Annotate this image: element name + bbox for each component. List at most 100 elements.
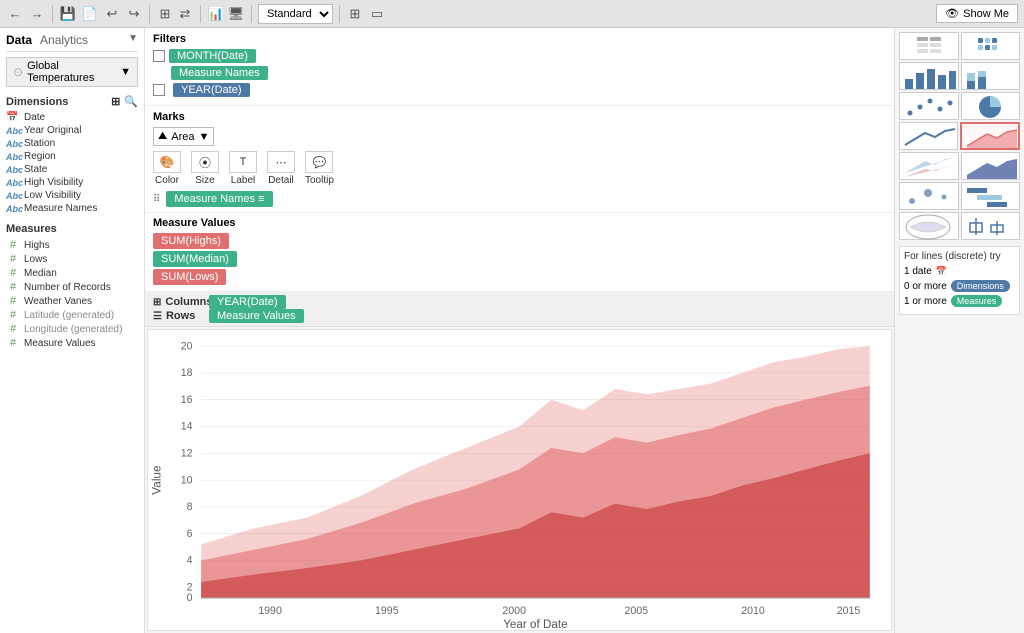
measure-names-filter-pill[interactable]: Measure Names: [171, 66, 268, 80]
filters-title: Filters: [153, 33, 886, 45]
abc-icon-region: Abc: [6, 152, 20, 162]
measure-values-row-pill[interactable]: Measure Values: [209, 309, 304, 323]
sum-median-pill[interactable]: SUM(Median): [153, 251, 237, 267]
svg-text:16: 16: [181, 394, 193, 406]
dim-high-visibility[interactable]: Abc High Visibility: [6, 176, 138, 189]
standard-select[interactable]: Standard: [258, 4, 333, 24]
grid-dim-icon[interactable]: ⊞: [111, 95, 120, 108]
thumb-scatter[interactable]: [899, 92, 959, 120]
svg-text:2000: 2000: [502, 605, 526, 617]
thumb-bar-chart[interactable]: [899, 62, 959, 90]
view-group: ⊞ ⇄: [156, 5, 194, 23]
screen-icon[interactable]: 🖥: [227, 5, 245, 23]
dim-low-visibility[interactable]: Abc Low Visibility: [6, 189, 138, 202]
abc-icon-state: Abc: [6, 165, 20, 175]
thumb-pie[interactable]: [961, 92, 1021, 120]
search-dim-icon[interactable]: 🔍: [124, 95, 138, 108]
undo-icon[interactable]: ↩: [103, 5, 121, 23]
tooltip-mark-btn[interactable]: 💬 Tooltip: [305, 151, 334, 186]
rows-label: Rows: [166, 310, 195, 322]
table-icon[interactable]: ⊞: [156, 5, 174, 23]
measure-values-panel: Measure Values SUM(Highs) SUM(Median) SU…: [145, 213, 894, 292]
filter-year-row: YEAR(Date): [153, 83, 886, 97]
chart-area: 20 18 16 14 12 10 8 6 4 2 0 Value: [147, 329, 892, 631]
thumb-text-table[interactable]: [899, 32, 959, 60]
save-icon[interactable]: 💾: [59, 5, 77, 23]
sum-lows-pill[interactable]: SUM(Lows): [153, 269, 226, 285]
measure-longitude[interactable]: # Longitude (generated): [6, 322, 138, 336]
hint-title: For lines (discrete) try: [904, 251, 1015, 262]
marks-title: Marks: [153, 111, 886, 123]
thumb-row-3: [899, 92, 1020, 120]
dim-date[interactable]: 📅 Date: [6, 111, 138, 124]
measure-weather-vanes[interactable]: # Weather Vanes: [6, 294, 138, 308]
redo-icon[interactable]: ↪: [125, 5, 143, 23]
chart-icon[interactable]: 📊: [207, 5, 225, 23]
thumb-stack-bar[interactable]: [961, 62, 1021, 90]
measure-median[interactable]: # Median: [6, 266, 138, 280]
detail-mark-btn[interactable]: ⋯ Detail: [267, 151, 295, 186]
show-me-button[interactable]: 👁 Show Me: [936, 4, 1018, 23]
thumb-area-dark[interactable]: [961, 152, 1021, 180]
grid-icon[interactable]: ⊞: [346, 5, 364, 23]
svg-text:2010: 2010: [741, 605, 765, 617]
thumb-gantt[interactable]: [961, 182, 1021, 210]
dim-state[interactable]: Abc State: [6, 163, 138, 176]
measure-values-dim[interactable]: # Measure Values: [6, 336, 138, 350]
thumb-heat-map[interactable]: [961, 32, 1021, 60]
thumb-row-1: [899, 32, 1020, 60]
forward-icon[interactable]: →: [28, 5, 46, 23]
dim-station[interactable]: Abc Station: [6, 137, 138, 150]
abc-icon-high-vis: Abc: [6, 178, 20, 188]
back-icon[interactable]: ←: [6, 5, 24, 23]
year-date-column-pill[interactable]: YEAR(Date): [209, 295, 286, 309]
sep3: [200, 5, 201, 23]
mark-type-select[interactable]: ⛰ Area ▼: [153, 127, 214, 146]
measure-latitude[interactable]: # Latitude (generated): [6, 308, 138, 322]
analytics-tab[interactable]: Analytics: [40, 33, 88, 47]
thumb-dual-line[interactable]: [899, 152, 959, 180]
marks-panel: Marks ⛰ Area ▼ 🎨 Color ⦿ Size T: [145, 106, 894, 213]
monitor-icon[interactable]: ▭: [368, 5, 386, 23]
month-filter-checkbox[interactable]: [153, 50, 165, 62]
data-tab[interactable]: Data: [6, 33, 32, 47]
dim-region[interactable]: Abc Region: [6, 150, 138, 163]
toolbar: ← → 💾 📄 ↩ ↪ ⊞ ⇄ 📊 🖥 Standard ⊞ ▭ 👁 Show …: [0, 0, 1024, 28]
year-filter-pill[interactable]: YEAR(Date): [173, 83, 250, 97]
cols-rows-panel: ⊞ Columns YEAR(Date) ☰ Rows Measure Valu…: [145, 292, 894, 327]
label-mark-btn[interactable]: T Label: [229, 151, 257, 186]
size-mark-btn[interactable]: ⦿ Size: [191, 151, 219, 186]
measure-num-records[interactable]: # Number of Records: [6, 280, 138, 294]
color-mark-btn[interactable]: 🎨 Color: [153, 151, 181, 186]
thumb-map[interactable]: [899, 212, 959, 240]
dim-measure-names[interactable]: Abc Measure Names: [6, 202, 138, 215]
thumb-row-7: [899, 212, 1020, 240]
measure-highs[interactable]: # Highs: [6, 238, 138, 252]
svg-text:6: 6: [187, 528, 193, 540]
sum-highs-pill[interactable]: SUM(Highs): [153, 233, 229, 249]
measure-names-mark-pill[interactable]: Measure Names ≡: [166, 191, 272, 207]
thumb-lines[interactable]: [899, 122, 958, 150]
show-me-label: Show Me: [963, 8, 1009, 20]
chart-svg: 20 18 16 14 12 10 8 6 4 2 0 Value: [148, 330, 891, 630]
month-filter-pill[interactable]: MONTH(Date): [169, 49, 256, 63]
hint-meas-num: 1 or more: [904, 296, 947, 307]
swap-icon[interactable]: ⇄: [176, 5, 194, 23]
thumb-row-5: [899, 152, 1020, 180]
thumb-row-4: [899, 122, 1020, 150]
hash-highs-icon: #: [6, 239, 20, 251]
measure-values-title: Measure Values: [153, 217, 886, 229]
svg-text:14: 14: [181, 421, 193, 433]
data-source-selector[interactable]: ⊙ Global Temperatures ▼: [6, 57, 138, 87]
thumb-box[interactable]: [961, 212, 1021, 240]
thumb-area-selected[interactable]: [960, 122, 1021, 150]
hash-median-icon: #: [6, 267, 20, 279]
hint-section: For lines (discrete) try 1 date 📅 0 or m…: [899, 246, 1020, 315]
thumb-scatter2[interactable]: [899, 182, 959, 210]
measure-lows[interactable]: # Lows: [6, 252, 138, 266]
color-icon: 🎨: [153, 151, 181, 173]
dim-year-original[interactable]: Abc Year Original: [6, 124, 138, 137]
svg-text:2005: 2005: [624, 605, 648, 617]
new-icon[interactable]: 📄: [81, 5, 99, 23]
year-filter-checkbox[interactable]: [153, 84, 165, 96]
